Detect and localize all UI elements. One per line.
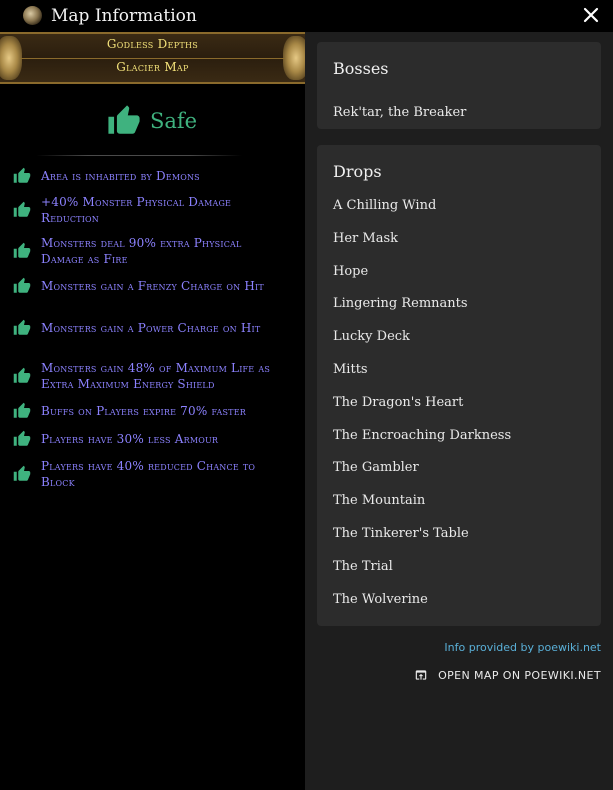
map-mod-item: +40% Monster Physical Damage Reduction [12,194,292,226]
drop-item: A Chilling Wind [333,198,437,213]
safety-status-label: Safe [150,109,198,133]
map-mod-text: Buffs on Players expire 70% faster [41,404,246,418]
title-bar: Map Information [0,0,613,32]
status-divider [36,155,242,156]
map-mod-item: Players have 40% reduced Chance to Block [12,458,292,490]
close-button[interactable] [579,3,603,27]
open-external-icon [415,670,427,680]
map-orb-icon [23,6,42,25]
open-poewiki-button[interactable]: OPEN MAP ON POEWIKI.NET [414,666,601,684]
drop-item: The Wolverine [333,592,428,607]
thumbs-up-icon [13,430,31,446]
drop-item: Mitts [333,362,368,377]
drop-item: Hope [333,264,369,279]
map-details-panel: Bosses Rek'tar, the Breaker Drops A Chil… [305,32,613,790]
thumbs-up-icon [13,402,31,418]
map-mod-item: Buffs on Players expire 70% faster [12,402,292,420]
map-mod-text: Players have 30% less Armour [41,432,219,446]
thumbs-up-icon [13,465,31,481]
drop-item: The Dragon's Heart [333,395,464,410]
drop-item: The Gambler [333,460,419,475]
drops-card: Drops A Chilling Wind Her Mask Hope Ling… [317,145,601,626]
map-mod-text: +40% Monster Physical Damage Reduction [41,195,232,225]
drop-item: The Tinkerer's Table [333,526,469,541]
thumbs-up-icon [13,167,31,183]
open-poewiki-label: OPEN MAP ON POEWIKI.NET [438,668,601,682]
map-mod-item: Monsters gain a Frenzy Charge on Hit [12,277,292,295]
boss-item: Rek'tar, the Breaker [333,105,467,120]
drop-item: Her Mask [333,231,398,246]
map-mod-text: Area is inhabited by Demons [41,169,200,183]
map-mod-text: Monsters gain a Frenzy Charge on Hit [41,279,264,293]
close-icon [583,7,599,23]
map-mod-item: Monsters gain 48% of Maximum Life as Ext… [12,360,292,392]
map-mod-text: Monsters deal 90% extra Physical Damage … [41,236,242,266]
thumbs-up-icon [13,277,31,293]
bosses-card: Bosses Rek'tar, the Breaker [317,42,601,129]
bosses-title: Bosses [333,59,389,78]
safety-status: Safe [106,104,197,138]
info-source-text: Info provided by poewiki.net [444,641,601,654]
drop-item: The Encroaching Darkness [333,428,512,443]
map-mod-item: Monsters gain a Power Charge on Hit [12,319,292,337]
drops-title: Drops [333,162,382,181]
thumbs-up-icon [108,105,140,134]
thumbs-up-icon [13,242,31,258]
thumbs-up-icon [13,367,31,383]
map-mod-item: Monsters deal 90% extra Physical Damage … [12,235,292,267]
drop-item: The Trial [333,559,393,574]
map-name: Godless Depths [106,37,199,51]
map-base: Glacier Map [116,60,189,74]
map-name-banner: Godless Depths Glacier Map [0,32,309,84]
map-mod-text: Players have 40% reduced Chance to Block [41,459,256,489]
thumbs-up-icon [13,201,31,217]
drop-item: Lucky Deck [333,329,410,344]
drop-item: The Mountain [333,493,426,508]
window-title: Map Information [51,6,197,26]
map-mod-text: Monsters gain 48% of Maximum Life as Ext… [41,361,271,391]
map-mod-item: Area is inhabited by Demons [12,167,292,185]
map-mod-item: Players have 30% less Armour [12,430,292,448]
map-mod-text: Monsters gain a Power Charge on Hit [41,321,261,335]
map-summary-panel: Godless Depths Glacier Map Safe Area is … [0,32,309,790]
drop-item: Lingering Remnants [333,296,468,311]
banner-divider [20,58,285,59]
thumbs-up-icon [13,319,31,335]
